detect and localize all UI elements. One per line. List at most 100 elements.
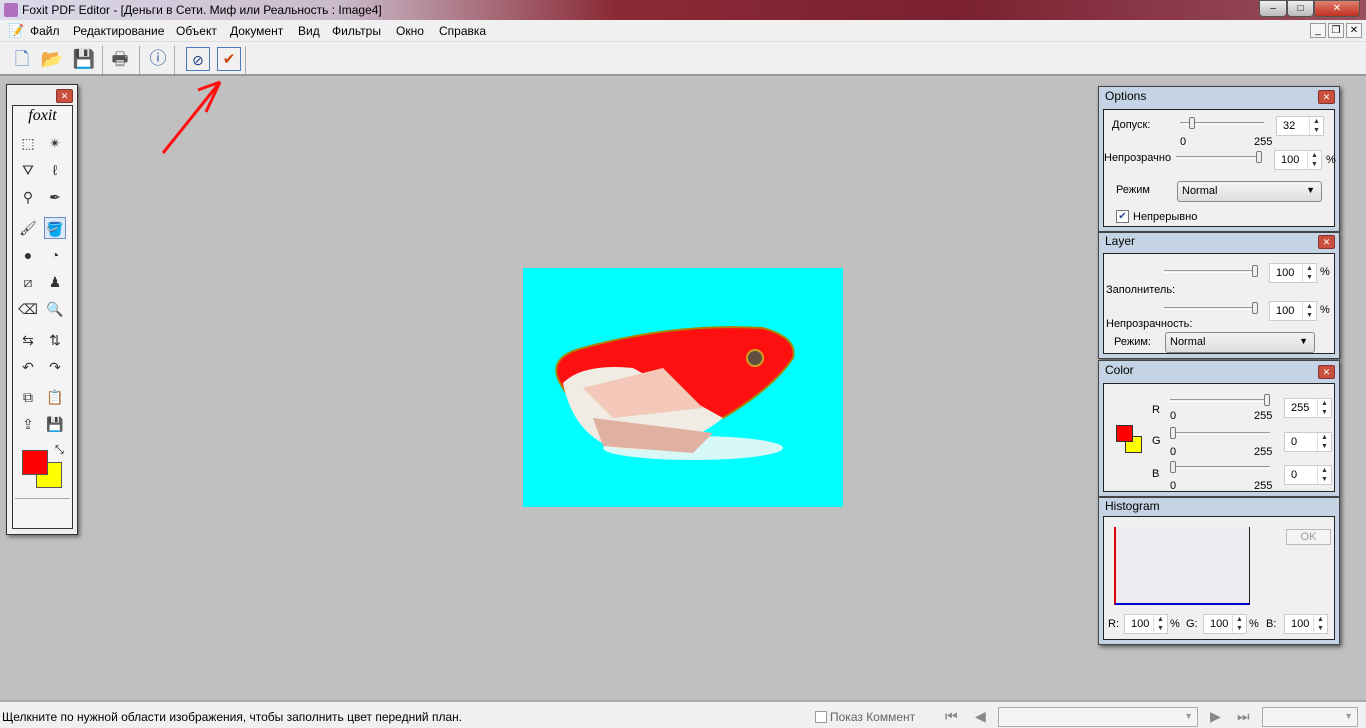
- close-icon[interactable]: ✕: [1318, 90, 1335, 104]
- close-button[interactable]: ✕: [1314, 0, 1360, 17]
- paste-icon[interactable]: 📋: [44, 386, 66, 408]
- menu-filters[interactable]: Фильтры: [332, 24, 381, 38]
- percent-label: %: [1320, 304, 1330, 316]
- show-comments-label: Показ Коммент: [830, 710, 916, 724]
- color-title: Color: [1105, 363, 1134, 377]
- menu-window[interactable]: Окно: [396, 24, 424, 38]
- smudge-icon[interactable]: ◔: [44, 244, 66, 266]
- foreground-color-swatch[interactable]: [1116, 425, 1133, 442]
- percent-label: %: [1326, 154, 1336, 166]
- apply-check-icon[interactable]: ✔: [217, 47, 241, 71]
- magic-wand-icon[interactable]: ✴: [44, 132, 66, 154]
- menu-object[interactable]: Объект: [176, 24, 217, 38]
- hist-b-spinner[interactable]: 100 ▲ ▼: [1284, 614, 1328, 634]
- r-spinner[interactable]: 255 ▲ ▼: [1284, 398, 1332, 418]
- b-spinner[interactable]: 0 ▲ ▼: [1284, 465, 1332, 485]
- r-max: 255: [1254, 410, 1273, 422]
- close-icon[interactable]: ✕: [1318, 235, 1335, 249]
- b-label: B: [1152, 468, 1160, 480]
- next-page-icon[interactable]: ▶: [1210, 708, 1221, 725]
- r-label: R: [1152, 404, 1160, 416]
- mdi-restore-button[interactable]: ❐: [1328, 23, 1344, 38]
- cancel-icon[interactable]: ⊘: [186, 47, 210, 71]
- tolerance-slider[interactable]: [1180, 117, 1264, 129]
- info-icon[interactable]: ⓘ: [146, 47, 170, 71]
- eraser-icon[interactable]: ⌫: [17, 298, 39, 320]
- swap-colors-icon[interactable]: ⤡: [55, 444, 64, 457]
- separator: [102, 46, 103, 74]
- copy-icon[interactable]: ⧉: [17, 386, 39, 408]
- hist-g-spinner[interactable]: 100 ▲ ▼: [1203, 614, 1247, 634]
- histogram-title: Histogram: [1105, 499, 1160, 513]
- g-slider[interactable]: [1170, 427, 1270, 439]
- layer-panel: Layer ✕ 100 ▲ ▼ % Заполнитель: 100 ▲ ▼ % Неп…: [1098, 232, 1340, 359]
- separator: [245, 46, 246, 74]
- layer-mode-dropdown[interactable]: Normal ▼: [1165, 332, 1315, 353]
- hist-r-label: R:: [1108, 618, 1119, 630]
- stamp-icon[interactable]: ♟: [44, 271, 66, 293]
- tolerance-spinner[interactable]: 32 ▲ ▼: [1276, 116, 1324, 136]
- opacity-spinner[interactable]: 100 ▲ ▼: [1274, 150, 1322, 170]
- r-min: 0: [1170, 410, 1177, 422]
- layer-opacity-slider[interactable]: [1164, 302, 1258, 314]
- bandage-icon[interactable]: ⧄: [17, 271, 39, 293]
- save-image-icon[interactable]: 💾: [44, 413, 66, 435]
- fill-spinner[interactable]: 100 ▲ ▼: [1269, 263, 1317, 283]
- status-bar: Щелкните по нужной области изображения, …: [0, 700, 1366, 728]
- new-document-icon[interactable]: 🗋: [10, 47, 34, 71]
- layer-mode-label: Режим:: [1114, 336, 1151, 348]
- minimize-button[interactable]: –: [1259, 0, 1287, 17]
- brush-icon[interactable]: 🖌: [17, 217, 39, 239]
- polygon-lasso-icon[interactable]: ⛛: [17, 159, 39, 181]
- mode-dropdown[interactable]: Normal ▼: [1177, 181, 1322, 202]
- mdi-close-button[interactable]: ✕: [1346, 23, 1362, 38]
- hist-b-label: B:: [1266, 618, 1277, 630]
- undo-icon[interactable]: ↶: [17, 356, 39, 378]
- pen-icon[interactable]: ✒: [44, 186, 66, 208]
- flip-vertical-icon[interactable]: ⇅: [44, 329, 66, 351]
- redo-icon[interactable]: ↷: [44, 356, 66, 378]
- open-folder-icon[interactable]: 📂: [40, 47, 64, 71]
- save-icon[interactable]: 💾: [72, 47, 96, 71]
- opacity-slider[interactable]: [1176, 151, 1262, 163]
- app-icon: [4, 3, 18, 17]
- red-arrow-annotation: [161, 80, 222, 154]
- options-title: Options: [1105, 89, 1147, 103]
- ok-button[interactable]: OK: [1286, 529, 1331, 545]
- fill-slider[interactable]: [1164, 265, 1258, 277]
- r-slider[interactable]: [1170, 394, 1270, 406]
- last-page-icon[interactable]: ⏭: [1237, 708, 1250, 725]
- menu-edit[interactable]: Редактирование: [73, 24, 164, 38]
- print-icon[interactable]: 🖶: [108, 47, 132, 71]
- menu-help[interactable]: Справка: [439, 24, 486, 38]
- close-icon[interactable]: ✕: [56, 89, 73, 103]
- blur-icon[interactable]: ●: [17, 244, 39, 266]
- zoom-icon[interactable]: 🔍: [44, 298, 66, 320]
- hist-r-spinner[interactable]: 100 ▲ ▼: [1124, 614, 1168, 634]
- b-slider[interactable]: [1170, 461, 1270, 473]
- lasso-icon[interactable]: ℓ: [44, 159, 66, 181]
- eyedropper-icon[interactable]: ⚲: [17, 186, 39, 208]
- page-selector[interactable]: ▼: [998, 707, 1198, 727]
- foreground-color-swatch[interactable]: [22, 450, 48, 475]
- percent-label: %: [1320, 266, 1330, 278]
- rect-select-icon[interactable]: ⬚: [17, 132, 39, 154]
- layer-title: Layer: [1105, 234, 1136, 248]
- menu-document[interactable]: Документ: [230, 24, 283, 38]
- import-icon[interactable]: ⇪: [17, 413, 39, 435]
- maximize-button[interactable]: □: [1287, 0, 1314, 17]
- layer-opacity-spinner[interactable]: 100 ▲ ▼: [1269, 301, 1317, 321]
- mdi-minimize-button[interactable]: _: [1310, 23, 1326, 38]
- menu-file[interactable]: Файл: [30, 24, 60, 38]
- close-icon[interactable]: ✕: [1318, 365, 1335, 379]
- paint-bucket-icon[interactable]: 🪣: [44, 217, 66, 239]
- zoom-selector[interactable]: ▼: [1262, 707, 1358, 727]
- first-page-icon[interactable]: ⏮: [945, 708, 958, 725]
- previous-page-icon[interactable]: ◀: [975, 708, 986, 725]
- menu-view[interactable]: Вид: [298, 24, 320, 38]
- g-spinner[interactable]: 0 ▲ ▼: [1284, 432, 1332, 452]
- show-comments-checkbox[interactable]: [815, 711, 827, 723]
- flip-horizontal-icon[interactable]: ⇆: [17, 329, 39, 351]
- histogram-graph: [1114, 527, 1250, 605]
- continuous-checkbox[interactable]: ✔: [1116, 210, 1129, 223]
